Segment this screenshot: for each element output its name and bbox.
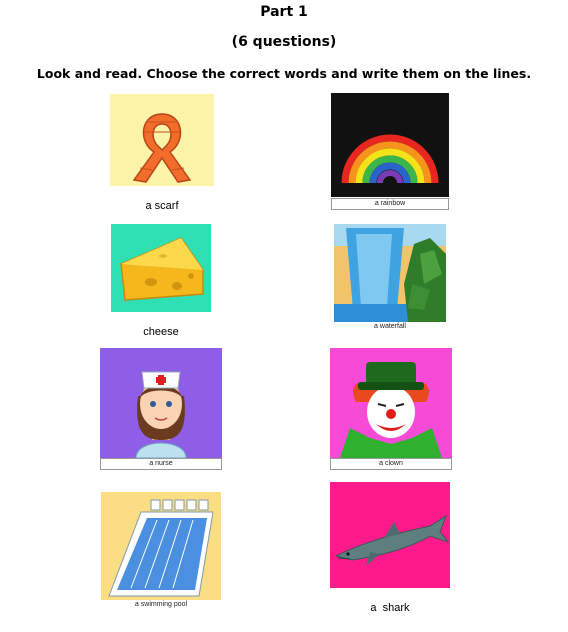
scarf-icon — [110, 94, 214, 186]
instruction-text: Look and read. Choose the correct words … — [36, 66, 532, 81]
clown-label: a clown — [330, 458, 452, 470]
clown-picture — [330, 348, 452, 458]
part-title: Part 1 — [260, 4, 308, 20]
waterfall-picture — [334, 224, 446, 322]
question-count: (6 questions) — [231, 34, 337, 50]
cheese-picture — [111, 224, 211, 312]
swimming-pool-picture — [101, 492, 221, 600]
shark-picture — [330, 482, 450, 588]
scarf-label: a scarf — [145, 200, 179, 212]
shark-icon — [330, 482, 450, 588]
scarf-picture — [110, 94, 214, 186]
nurse-icon — [100, 348, 222, 458]
rainbow-label: a rainbow — [331, 198, 449, 210]
nurse-label: a nurse — [100, 458, 222, 470]
cheese-icon — [111, 224, 211, 312]
waterfall-label: a waterfall — [334, 322, 446, 334]
nurse-picture — [100, 348, 222, 458]
waterfall-icon — [334, 224, 446, 322]
swimming-pool-icon — [101, 492, 221, 600]
swimming-pool-label: a swimming pool — [101, 600, 221, 612]
rainbow-picture — [331, 93, 449, 197]
cheese-label: cheese — [143, 326, 179, 338]
shark-label: a shark — [370, 602, 410, 614]
clown-icon — [330, 348, 452, 458]
rainbow-icon — [331, 93, 449, 197]
